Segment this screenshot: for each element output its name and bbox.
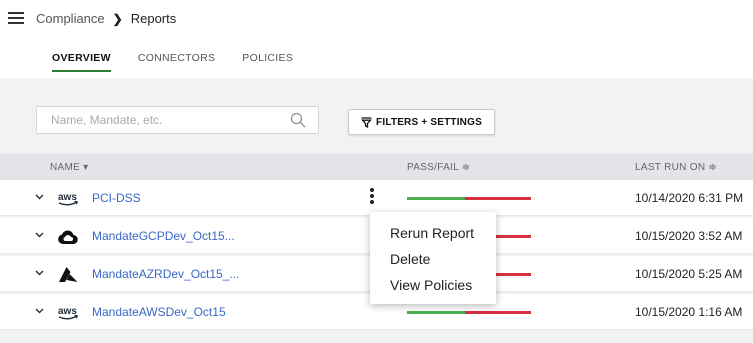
- breadcrumb: Compliance ❯ Reports: [36, 11, 176, 26]
- last-run-date: 10/14/2020 6:31 PM: [635, 191, 744, 205]
- tab-connectors[interactable]: CONNECTORS: [138, 52, 215, 72]
- fail-segment: [465, 311, 531, 314]
- tab-bar: OVERVIEW CONNECTORS POLICIES: [52, 52, 320, 72]
- aws-logo-icon: aws: [58, 306, 79, 320]
- chevron-down-icon[interactable]: [35, 194, 44, 200]
- menu-item-view-policies[interactable]: View Policies: [370, 272, 496, 298]
- column-header-name[interactable]: NAME ▾: [50, 162, 89, 173]
- chevron-down-icon[interactable]: [35, 270, 44, 276]
- column-header-last-run[interactable]: LAST RUN ON ≑: [635, 162, 717, 173]
- aws-logo-text: aws: [58, 306, 77, 317]
- search-input[interactable]: [37, 107, 277, 133]
- breadcrumb-separator-icon: ❯: [112, 11, 123, 26]
- pass-segment: [407, 197, 465, 200]
- chevron-down-icon[interactable]: [35, 232, 44, 238]
- filters-settings-label: FILTERS + SETTINGS: [376, 116, 482, 128]
- report-name-link[interactable]: MandateAWSDev_Oct15: [92, 305, 226, 319]
- search-box: [36, 106, 319, 134]
- aws-logo-text: aws: [58, 192, 77, 203]
- pass-fail-bar: [407, 311, 531, 314]
- pass-segment: [407, 311, 465, 314]
- tab-overview[interactable]: OVERVIEW: [52, 52, 111, 72]
- table-row[interactable]: aws PCI-DSS 10/14/2020 6:31 PM: [0, 180, 753, 216]
- kebab-menu-icon[interactable]: [369, 188, 375, 208]
- report-name-link[interactable]: PCI-DSS: [92, 191, 141, 205]
- report-name-link[interactable]: MandateAZRDev_Oct15_...: [92, 267, 239, 281]
- tab-policies[interactable]: POLICIES: [242, 52, 293, 72]
- filters-settings-button[interactable]: FILTERS + SETTINGS: [348, 109, 495, 135]
- filter-icon: [361, 116, 373, 128]
- menu-item-delete[interactable]: Delete: [370, 246, 496, 272]
- report-name-link[interactable]: MandateGCPDev_Oct15...: [92, 229, 235, 243]
- hamburger-menu-icon[interactable]: [8, 12, 24, 25]
- azure-logo-icon: [59, 267, 78, 282]
- fail-segment: [465, 197, 531, 200]
- search-icon[interactable]: [290, 112, 306, 128]
- aws-logo-icon: aws: [58, 192, 79, 206]
- menu-item-rerun-report[interactable]: Rerun Report: [370, 220, 496, 246]
- row-context-menu: Rerun Report Delete View Policies: [370, 212, 496, 304]
- page-header: Compliance ❯ Reports OVERVIEW CONNECTORS…: [0, 0, 753, 78]
- chevron-down-icon[interactable]: [35, 308, 44, 314]
- column-header-pass-fail[interactable]: PASS/FAIL ≑: [407, 162, 470, 173]
- table-header: NAME ▾ PASS/FAIL ≑ LAST RUN ON ≑: [0, 154, 753, 180]
- last-run-date: 10/15/2020 3:52 AM: [635, 229, 743, 243]
- gcp-logo-icon: [58, 230, 78, 245]
- last-run-date: 10/15/2020 5:25 AM: [635, 267, 743, 281]
- breadcrumb-reports: Reports: [130, 11, 177, 26]
- last-run-date: 10/15/2020 1:16 AM: [635, 305, 743, 319]
- breadcrumb-compliance[interactable]: Compliance: [36, 11, 105, 26]
- pass-fail-bar: [407, 197, 531, 200]
